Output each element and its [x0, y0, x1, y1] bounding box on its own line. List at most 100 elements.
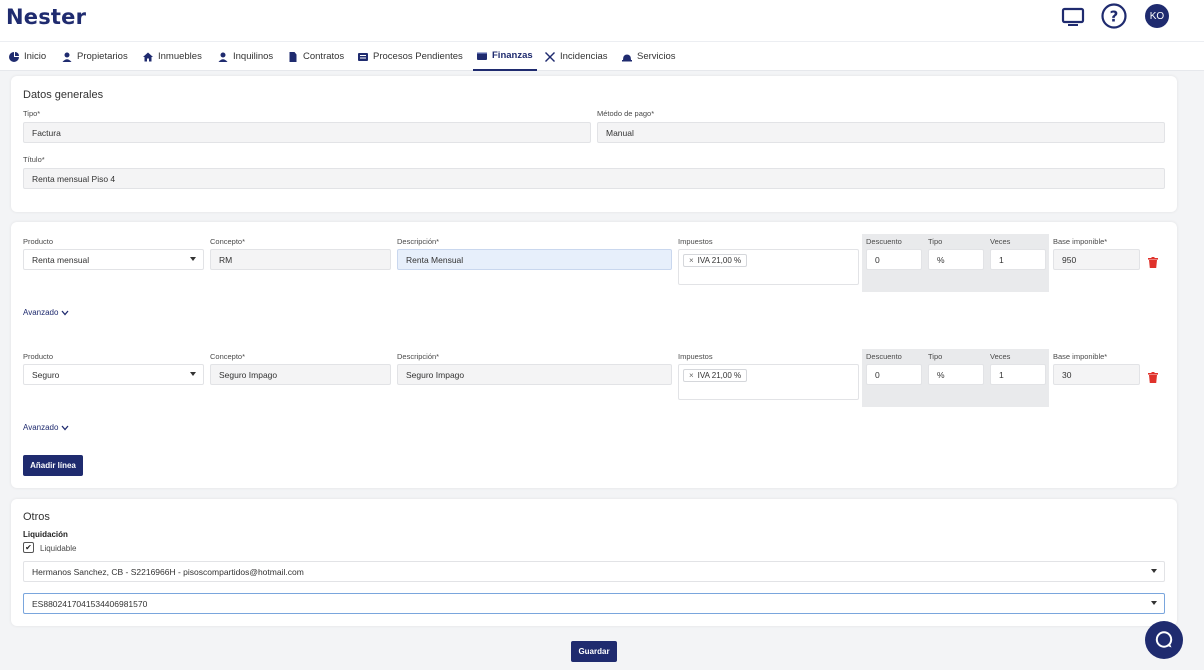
descripcion-field[interactable]: Seguro Impago — [397, 364, 672, 385]
concepto-field[interactable]: Seguro Impago — [210, 364, 391, 385]
tipo-descuento-field[interactable]: % — [928, 364, 984, 385]
nav-label: Servicios — [637, 51, 676, 62]
producto-select[interactable]: Seguro — [23, 364, 204, 385]
nav-label: Inquilinos — [233, 51, 274, 62]
producto-select[interactable]: Renta mensual — [23, 249, 204, 270]
advanced-label: Avanzado — [23, 308, 59, 317]
descripcion-value: Renta Mensual — [406, 254, 464, 265]
nav-item-inmuebles[interactable]: Inmuebles — [143, 42, 202, 71]
others-card: Otros Liquidación ✔ Liquidable Hermanos … — [11, 499, 1177, 626]
tipo-field[interactable]: Factura — [23, 122, 591, 143]
nav-label: Propietarios — [77, 51, 128, 62]
descuento-field[interactable]: 0 — [866, 249, 922, 270]
remove-tag-icon[interactable]: × — [689, 256, 694, 265]
nav-item-servicios[interactable]: Servicios — [622, 42, 676, 71]
nav-item-contratos[interactable]: Contratos — [288, 42, 344, 71]
help-icon[interactable]: ? — [1101, 3, 1127, 29]
chat-icon — [1155, 631, 1173, 648]
caret-down-icon — [190, 257, 196, 261]
descripcion-value: Seguro Impago — [406, 369, 465, 380]
concepto-value: RM — [219, 254, 233, 265]
liquidable-checkbox[interactable]: ✔ — [23, 542, 34, 553]
chevron-down-icon — [61, 425, 69, 430]
nav-label: Procesos Pendientes — [373, 51, 463, 62]
titulo-field[interactable]: Renta mensual Piso 4 — [23, 168, 1165, 189]
iban-select[interactable]: ES8802417041534406981570 — [23, 593, 1165, 614]
service-bell-icon — [622, 54, 632, 61]
tax-tag-label: IVA 21,00 % — [697, 256, 742, 265]
nav-label: Inmuebles — [158, 51, 202, 62]
trash-icon[interactable] — [1148, 257, 1158, 268]
descuento-label: Descuento — [866, 352, 902, 361]
nav-label: Incidencias — [560, 51, 608, 62]
remove-tag-icon[interactable]: × — [689, 371, 694, 380]
add-line-button[interactable]: Añadir línea — [23, 455, 83, 476]
impuestos-field[interactable]: × IVA 21,00 % — [678, 364, 859, 400]
nav-item-propietarios[interactable]: Propietarios — [62, 42, 128, 71]
advanced-label: Avanzado — [23, 423, 59, 432]
base-imponible-value: 950 — [1062, 254, 1077, 265]
advanced-toggle[interactable]: Avanzado — [23, 308, 69, 317]
metodo-pago-field[interactable]: Manual — [597, 122, 1165, 143]
base-imponible-value: 30 — [1062, 369, 1072, 380]
list-icon — [358, 52, 368, 61]
descuento-field[interactable]: 0 — [866, 364, 922, 385]
nav-label: Finanzas — [492, 50, 533, 61]
monitor-icon[interactable] — [1061, 6, 1085, 28]
svg-text:?: ? — [1110, 8, 1119, 26]
trash-icon[interactable] — [1148, 372, 1158, 383]
advanced-toggle[interactable]: Avanzado — [23, 423, 69, 432]
veces-value: 1 — [999, 369, 1004, 380]
tipo-descuento-value: % — [937, 369, 945, 380]
wallet-icon — [477, 52, 487, 60]
titulo-label: Título* — [23, 155, 45, 164]
check-icon: ✔ — [25, 543, 32, 552]
tax-tag: × IVA 21,00 % — [683, 369, 748, 382]
veces-field[interactable]: 1 — [990, 364, 1046, 385]
nav-item-incidencias[interactable]: Incidencias — [545, 42, 608, 71]
nav-label: Contratos — [303, 51, 345, 62]
descripcion-label: Descripción* — [397, 237, 440, 246]
metodo-pago-value: Manual — [606, 127, 634, 138]
concepto-field[interactable]: RM — [210, 249, 391, 270]
tipo-descuento-label: Tipo — [928, 237, 943, 246]
user-icon — [218, 52, 228, 62]
descuento-value: 0 — [875, 369, 880, 380]
nav-item-finanzas[interactable]: Finanzas — [473, 42, 537, 71]
home-icon — [143, 52, 153, 61]
user-avatar[interactable]: KO — [1145, 4, 1169, 28]
impuestos-label: Impuestos — [678, 352, 713, 361]
section-title: Datos generales — [23, 89, 104, 101]
descripcion-field[interactable]: Renta Mensual — [397, 249, 672, 270]
liquidacion-label: Liquidación — [23, 530, 68, 539]
app-logo[interactable]: Nester — [6, 5, 86, 29]
tax-tag-label: IVA 21,00 % — [697, 371, 742, 380]
descuento-label: Descuento — [866, 237, 902, 246]
tipo-descuento-value: % — [937, 254, 945, 265]
tipo-descuento-field[interactable]: % — [928, 249, 984, 270]
veces-field[interactable]: 1 — [990, 249, 1046, 270]
concepto-label: Concepto* — [210, 237, 246, 246]
caret-down-icon — [190, 372, 196, 376]
save-button[interactable]: Guardar — [571, 641, 617, 662]
tipo-value: Factura — [32, 127, 61, 138]
producto-label: Producto — [23, 237, 54, 246]
producto-label: Producto — [23, 352, 54, 361]
account-select[interactable]: Hermanos Sanchez, CB - S2216966H - pisos… — [23, 561, 1165, 582]
concepto-value: Seguro Impago — [219, 369, 278, 380]
main-nav: Inicio Propietarios Inmuebles Inquilinos… — [0, 42, 1204, 71]
nav-item-inquilinos[interactable]: Inquilinos — [218, 42, 273, 71]
veces-label: Veces — [990, 352, 1011, 361]
veces-value: 1 — [999, 254, 1004, 265]
impuestos-field[interactable]: × IVA 21,00 % — [678, 249, 859, 285]
invoice-lines-card: Producto Renta mensual Concepto* RM Desc… — [11, 222, 1177, 488]
nav-label: Inicio — [24, 51, 47, 62]
base-imponible-field[interactable]: 950 — [1053, 249, 1140, 270]
nav-item-procesos-pendientes[interactable]: Procesos Pendientes — [358, 42, 463, 71]
chat-launcher[interactable] — [1145, 621, 1183, 659]
base-imponible-field[interactable]: 30 — [1053, 364, 1140, 385]
producto-value: Renta mensual — [32, 254, 90, 265]
nav-item-inicio[interactable]: Inicio — [9, 42, 46, 71]
concepto-label: Concepto* — [210, 352, 246, 361]
impuestos-label: Impuestos — [678, 237, 713, 246]
